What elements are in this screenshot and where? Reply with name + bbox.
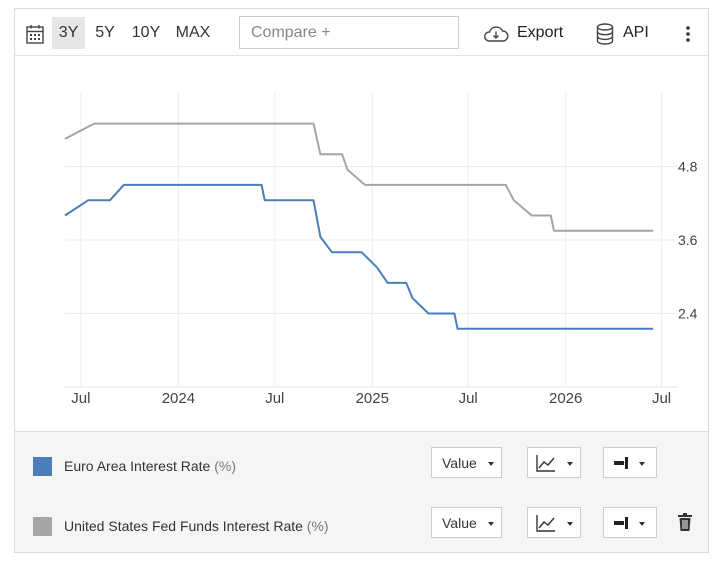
database-icon[interactable] [596,23,614,45]
value-dropdown[interactable]: Value [431,447,502,478]
x-tick-label: Jul [459,390,478,407]
bar-end-icon [614,517,628,529]
x-tick-label: Jul [71,390,90,407]
y-tick-label: 4.8 [678,159,698,175]
line-chart-icon [536,515,555,532]
legend-panel: Euro Area Interest Rate (%) Value United… [15,431,708,552]
chevron-down-icon [639,462,645,466]
range-5y-button[interactable]: 5Y [90,17,120,49]
series-unit: (%) [214,458,236,474]
chart-area: Jul 2024 Jul 2025 Jul 2026 Jul 2.4 3.6 4.8 [15,57,708,431]
bar-end-icon [614,457,628,469]
series-name-us: United States Fed Funds Interest Rate (%… [64,518,329,534]
export-button[interactable]: Export [517,22,563,44]
x-tick-label: Jul [265,390,284,407]
chevron-down-icon [567,462,573,466]
value-dropdown-label: Value [442,455,477,471]
interest-rate-chart: Jul 2024 Jul 2025 Jul 2026 Jul 2.4 3.6 4.8 [64,93,698,407]
chart-type-dropdown[interactable] [527,447,581,478]
cloud-download-icon[interactable] [483,25,509,43]
range-3y-button[interactable]: 3Y [52,17,85,49]
range-max-button[interactable]: MAX [172,17,214,49]
line-chart-icon [536,455,555,472]
chevron-down-icon [567,522,573,526]
series-label: Euro Area Interest Rate [64,458,211,474]
x-tick-label: 2024 [162,390,195,407]
series-line-us [64,122,654,232]
series-line-euro [64,183,654,330]
series-color-swatch[interactable] [33,457,52,476]
trash-icon[interactable] [678,513,692,531]
x-tick-label: 2026 [549,390,582,407]
x-tick-label: 2025 [356,390,389,407]
more-vertical-icon[interactable] [684,25,692,43]
compare-input[interactable]: Compare + [239,16,459,49]
api-button[interactable]: API [623,22,649,44]
value-dropdown[interactable]: Value [431,507,502,538]
chevron-down-icon [488,462,494,466]
chevron-down-icon [639,522,645,526]
y-tick-label: 3.6 [678,232,698,248]
series-label: United States Fed Funds Interest Rate [64,518,303,534]
legend-row-euro: Euro Area Interest Rate (%) Value [15,434,708,494]
series-unit: (%) [306,518,329,534]
chart-type-dropdown[interactable] [527,507,581,538]
chevron-down-icon [488,522,494,526]
value-dropdown-label: Value [442,515,477,531]
bar-style-dropdown[interactable] [603,447,657,478]
bar-style-dropdown[interactable] [603,507,657,538]
legend-row-us: United States Fed Funds Interest Rate (%… [15,494,708,554]
x-tick-label: Jul [652,390,671,407]
calendar-icon[interactable] [26,24,44,44]
series-color-swatch[interactable] [33,517,52,536]
y-tick-label: 2.4 [678,306,698,322]
series-name-euro: Euro Area Interest Rate (%) [64,458,236,474]
range-10y-button[interactable]: 10Y [128,17,164,49]
